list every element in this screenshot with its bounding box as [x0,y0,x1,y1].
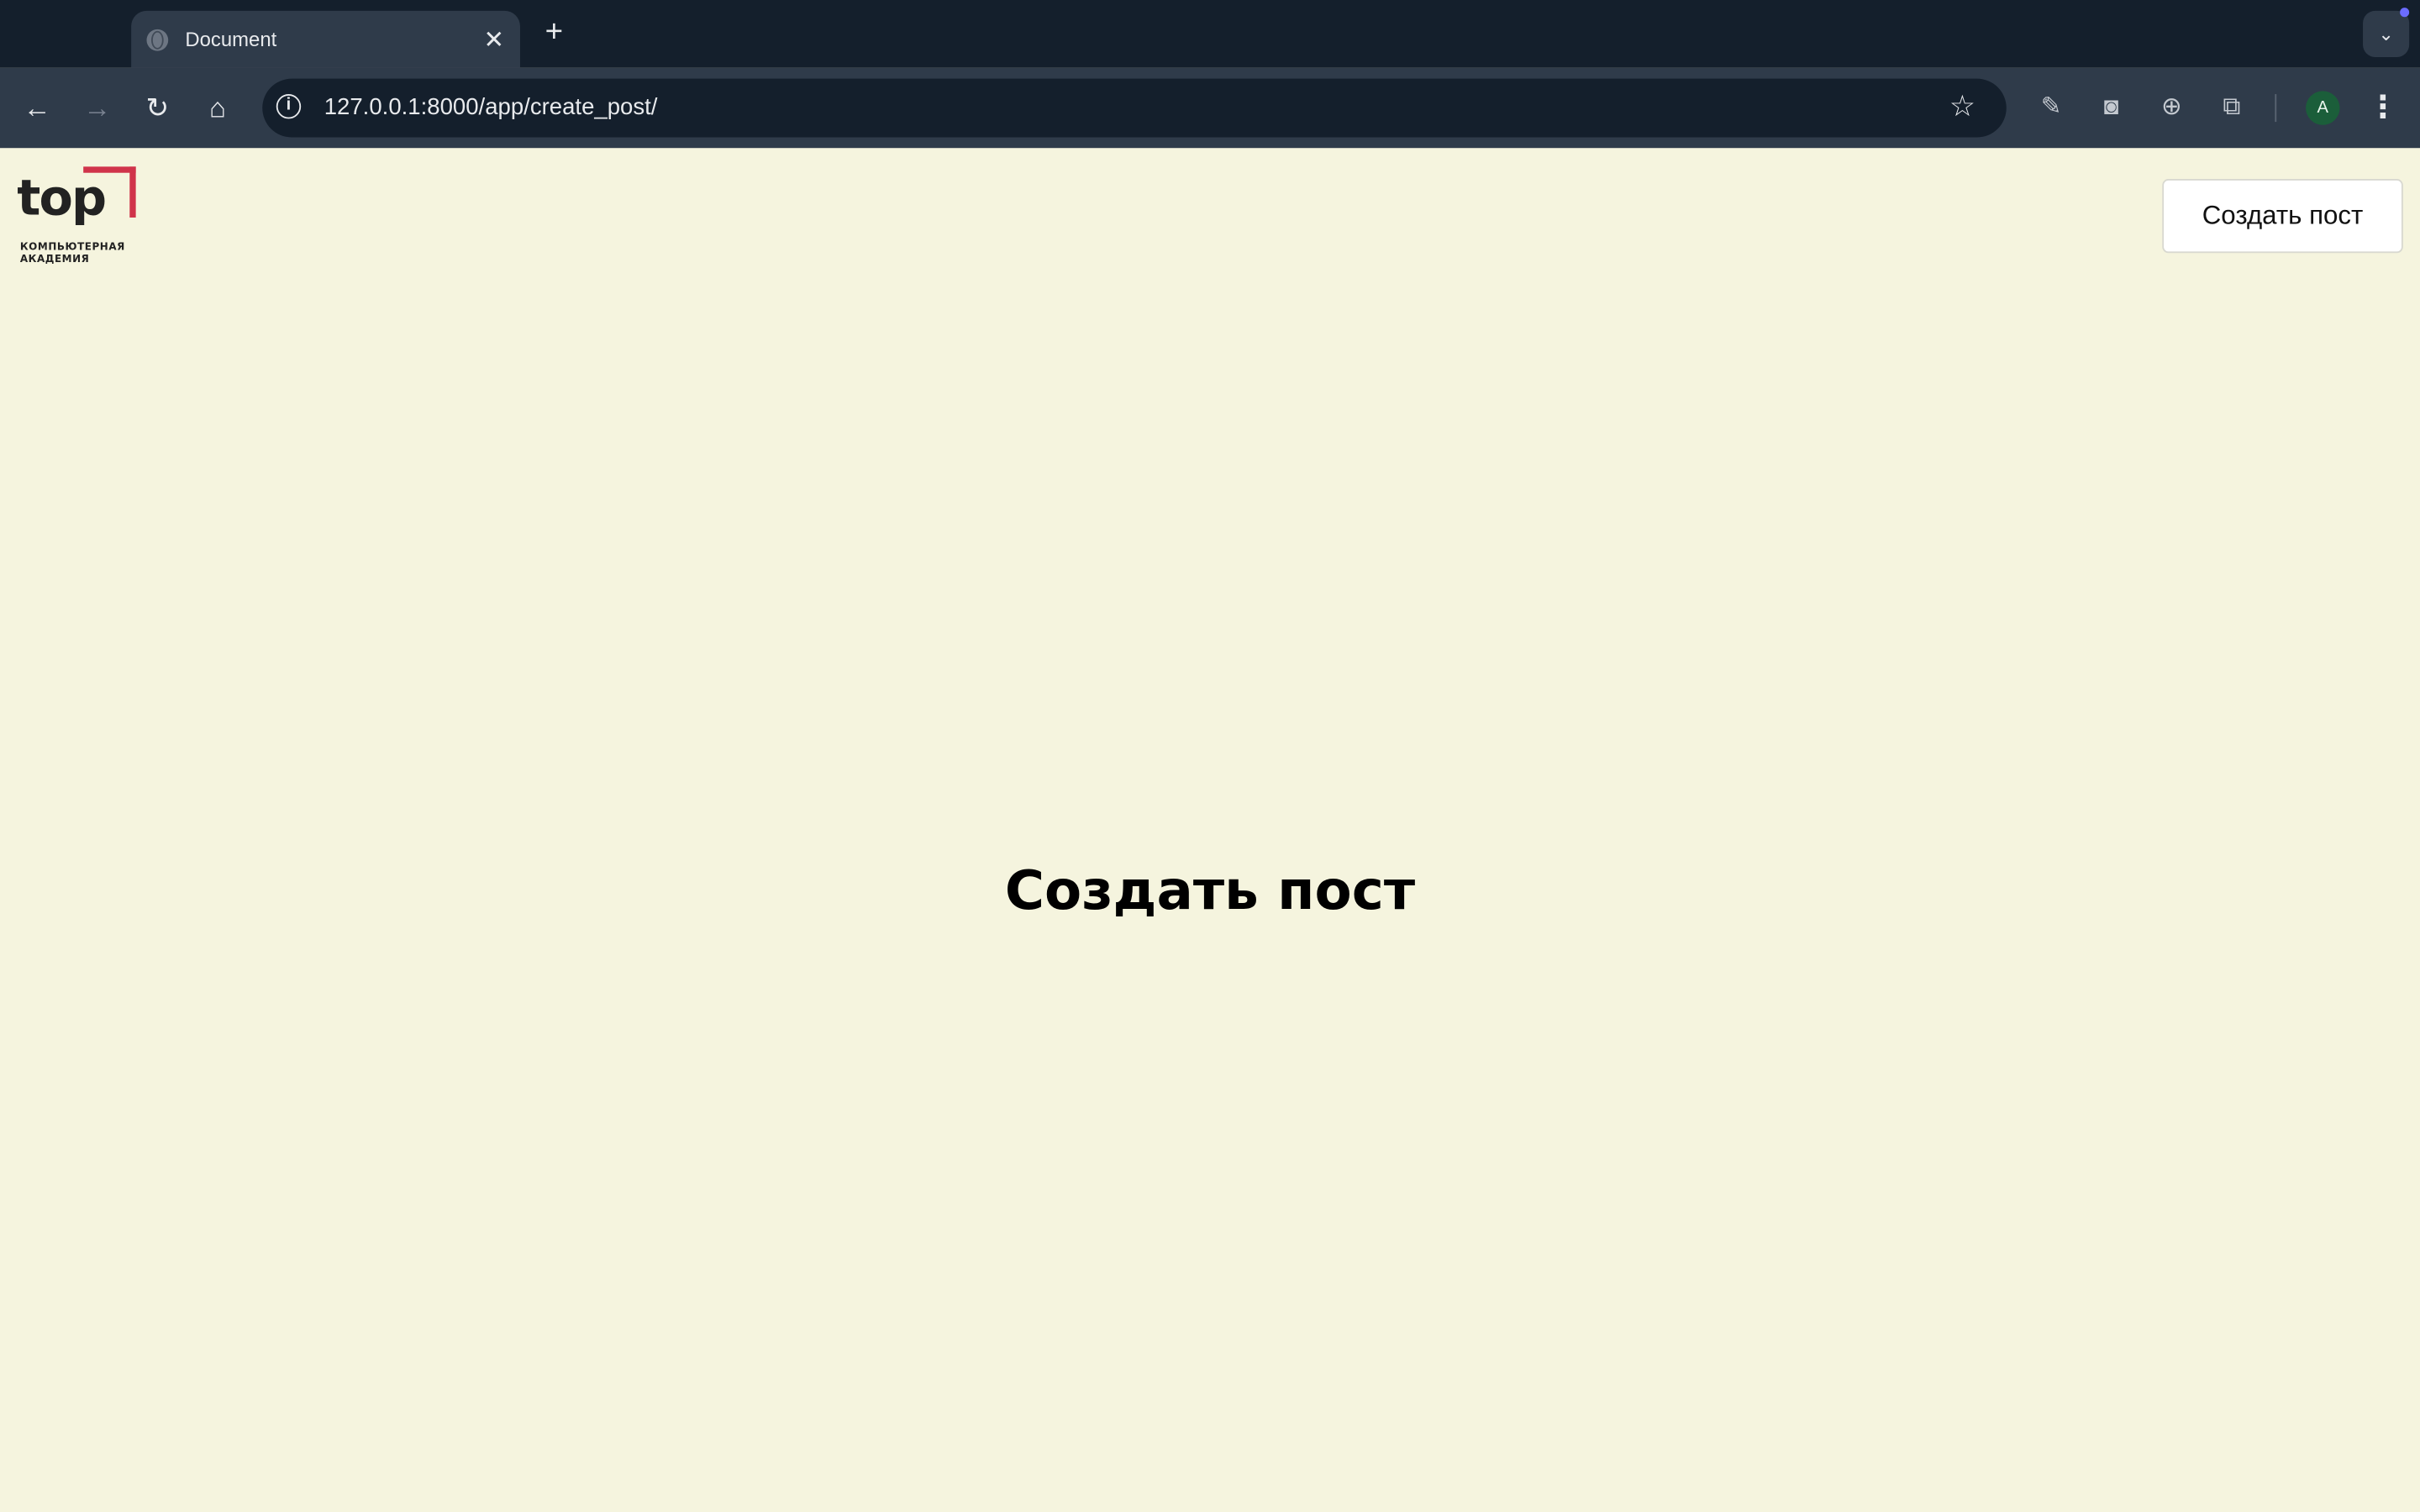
translate-icon[interactable]: ⊕ [2151,88,2191,129]
info-icon[interactable]: i [276,94,302,119]
create-post-button[interactable]: Создать пост [2162,179,2403,254]
extensions-icon[interactable]: ⧉ [2212,88,2252,129]
notification-dot [2400,8,2410,18]
close-icon[interactable]: ✕ [476,24,513,55]
back-icon[interactable]: ← [17,88,57,129]
logo[interactable]: top КОМПЬЮТЕРНАЯ АКАДЕМИЯ [17,166,140,265]
toolbar-divider [2275,94,2277,123]
forward-icon[interactable]: → [77,88,118,129]
browser-window: Document ✕ + ⌄ ← → ↻ ⌂ i 127.0.0.1:8000/… [0,0,2420,1512]
logo-subtitle: КОМПЬЮТЕРНАЯ АКАДЕМИЯ [19,240,125,265]
tab-strip: Document ✕ + ⌄ [0,0,2420,68]
logo-wordmark: top [17,168,107,227]
tab-title: Document [185,28,277,51]
star-icon[interactable]: ☆ [1949,90,1975,125]
reload-icon[interactable]: ↻ [137,88,177,129]
page-content: top КОМПЬЮТЕРНАЯ АКАДЕМИЯ Создать пост С… [0,148,2420,1512]
url-text[interactable]: 127.0.0.1:8000/app/create_post/ [324,94,658,120]
home-icon[interactable]: ⌂ [197,88,238,129]
browser-toolbar: ← → ↻ ⌂ i 127.0.0.1:8000/app/create_post… [0,67,2420,149]
address-bar[interactable]: i 127.0.0.1:8000/app/create_post/ ☆ [262,78,2007,138]
page-title: Создать пост [1004,860,1416,923]
globe-icon [146,28,169,50]
eyedropper-icon[interactable]: ✎ [2031,88,2071,129]
avatar[interactable]: A [2306,91,2340,125]
plus-icon[interactable]: + [537,15,571,49]
tab-document[interactable]: Document ✕ [131,10,520,68]
chevron-down-icon[interactable]: ⌄ [2363,10,2410,57]
camera-icon[interactable]: ◙ [2091,88,2132,129]
more-icon[interactable]: ⋮ [2366,88,2400,129]
